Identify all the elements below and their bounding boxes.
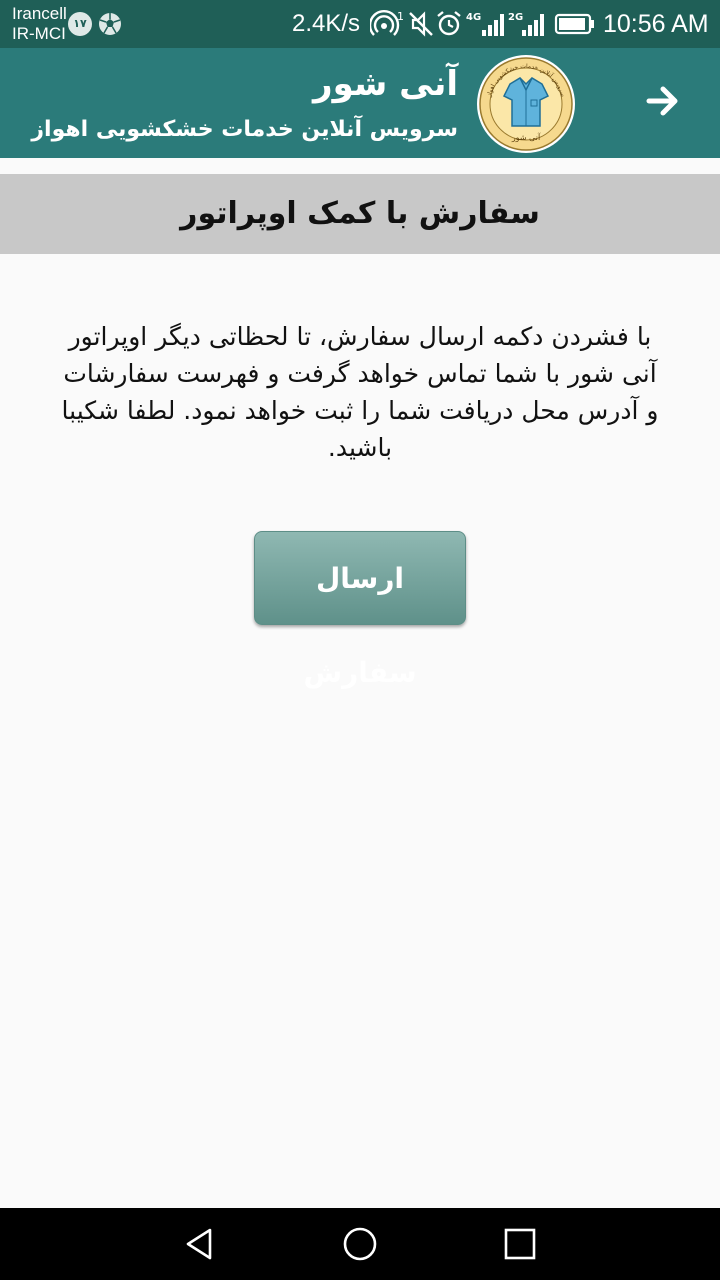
square-recents-icon[interactable] xyxy=(502,1226,538,1262)
status-bar: Irancell IR-MCI ۱۷ 2.4K/s 1 4G 2G 10:56 … xyxy=(0,0,720,48)
arrow-right-icon[interactable] xyxy=(643,81,683,121)
page-title: سفارش با کمک اوپراتور xyxy=(0,174,720,254)
carrier-1: Irancell xyxy=(12,4,67,23)
app-title: آنی شور xyxy=(313,64,458,104)
notification-badge: ۱۷ xyxy=(68,12,92,36)
submit-order-button[interactable]: ارسال سفارش xyxy=(254,531,466,689)
carrier-2: IR-MCI xyxy=(12,24,66,43)
soccer-ball-icon xyxy=(99,13,121,35)
network-4g-label: 4G xyxy=(466,12,481,23)
hotspot-icon: 1 xyxy=(370,10,404,36)
app-subtitle: سرویس آنلاین خدمات خشکشویی اهواز xyxy=(31,117,458,142)
info-text: با فشردن دکمه ارسال سفارش، تا لحظاتی دیگ… xyxy=(61,322,659,462)
vibrate-off-icon xyxy=(409,11,433,37)
network-2g-label: 2G xyxy=(508,12,523,23)
shirt-logo-icon: آنی شور سرویس آنلاین خدمات خشکشویی اهواز xyxy=(477,55,575,153)
logo-caption: آنی شور xyxy=(511,132,541,142)
navigation-bar xyxy=(0,1208,720,1280)
carrier-names: Irancell IR-MCI xyxy=(12,4,67,44)
alarm-icon xyxy=(437,11,461,36)
clock: 10:56 AM xyxy=(603,10,709,38)
triangle-back-icon[interactable] xyxy=(182,1226,218,1262)
signal-2g-icon: 2G xyxy=(508,12,544,36)
svg-text:1: 1 xyxy=(397,10,404,23)
circle-home-icon[interactable] xyxy=(342,1226,378,1262)
battery-icon xyxy=(554,13,594,35)
app-header: آنی شور سرویس آنلاین خدمات خشکشویی اهواز… xyxy=(0,48,720,158)
signal-4g-icon: 4G xyxy=(466,12,504,36)
network-speed: 2.4K/s xyxy=(292,10,361,37)
